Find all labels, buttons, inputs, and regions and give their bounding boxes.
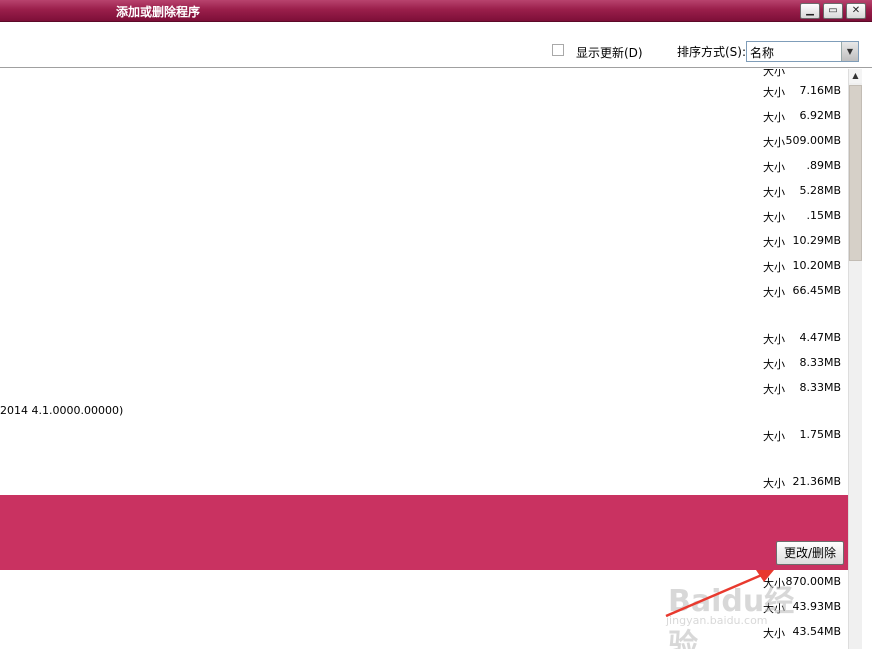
size-label: 大小 <box>763 261 785 274</box>
size-label: 大小 <box>763 136 785 149</box>
list-item[interactable]: 大小 8.33MB <box>0 356 848 376</box>
size-value: 509.00MB <box>785 134 841 147</box>
window-edge <box>862 69 872 649</box>
size-label: 大小 <box>763 186 785 199</box>
vertical-scrollbar[interactable]: ▲ <box>848 69 862 649</box>
size-label: 大小 <box>763 430 785 443</box>
list-item[interactable]: 大小 7.16MB <box>0 84 848 104</box>
size-label: 大小 <box>763 86 785 99</box>
size-value: .15MB <box>806 209 841 222</box>
scroll-up-icon[interactable]: ▲ <box>849 69 862 83</box>
size-value: 10.20MB <box>792 259 841 272</box>
list-item[interactable]: 大小 6.92MB <box>0 109 848 129</box>
program-name: 2014 4.1.0000.00000) <box>0 404 124 417</box>
list-item[interactable]: 大小 <box>0 69 848 83</box>
arrow-icon <box>665 570 774 618</box>
size-value: 8.33MB <box>799 381 841 394</box>
sort-by-value: 名称 <box>750 46 775 60</box>
toolbar: 显示更新(D) 排序方式(S): 名称 ▼ <box>0 22 872 68</box>
list-item[interactable]: 大小 10.29MB <box>0 234 848 254</box>
list-item[interactable]: 大小 10.20MB <box>0 259 848 279</box>
size-label: 大小 <box>763 333 785 346</box>
size-label: 大小 <box>763 111 785 124</box>
size-value: 10.29MB <box>792 234 841 247</box>
close-button[interactable]: ✕ <box>846 3 866 19</box>
size-label: 大小 <box>763 236 785 249</box>
sort-by-select[interactable]: 名称 ▼ <box>746 41 859 62</box>
show-updates-label[interactable]: 显示更新(D) <box>576 44 643 61</box>
list-item[interactable]: 大小 4.47MB <box>0 331 848 351</box>
size-label: 大小 <box>763 358 785 371</box>
size-label: 大小 <box>763 211 785 224</box>
arrow-line <box>665 572 765 618</box>
size-value: 5.28MB <box>799 184 841 197</box>
minimize-button[interactable]: ▁ <box>800 3 820 19</box>
size-value: 7.16MB <box>799 84 841 97</box>
list-item[interactable]: 大小 8.33MB <box>0 381 848 401</box>
list-item[interactable]: 大小 509.00MB <box>0 134 848 154</box>
size-value: 8.33MB <box>799 356 841 369</box>
list-item[interactable]: 2014 4.1.0000.00000) <box>0 404 848 424</box>
size-value: .89MB <box>806 159 841 172</box>
maximize-button[interactable]: ▭ <box>823 3 843 19</box>
list-item[interactable]: 大小 1.75MB <box>0 428 848 448</box>
title-bar: 添加或删除程序 ▁ ▭ ✕ <box>0 0 872 22</box>
size-value: 66.45MB <box>792 284 841 297</box>
size-value: 1.75MB <box>799 428 841 441</box>
show-updates-checkbox[interactable] <box>552 44 564 56</box>
chevron-down-icon[interactable]: ▼ <box>841 42 858 61</box>
size-label: 大小 <box>763 69 785 78</box>
size-label: 大小 <box>763 161 785 174</box>
list-item[interactable]: 大小 .89MB <box>0 159 848 179</box>
size-label: 大小 <box>763 286 785 299</box>
size-label: 大小 <box>763 477 785 490</box>
window-title: 添加或删除程序 <box>116 5 201 19</box>
sort-by-label: 排序方式(S): <box>677 45 747 59</box>
size-value: 4.47MB <box>799 331 841 344</box>
size-value: 6.92MB <box>799 109 841 122</box>
scrollbar-thumb[interactable] <box>849 85 862 261</box>
list-item[interactable]: 大小 66.45MB <box>0 284 848 304</box>
list-item[interactable]: 大小 .15MB <box>0 209 848 229</box>
list-item[interactable]: 大小 5.28MB <box>0 184 848 204</box>
list-item[interactable]: 大小 21.36MB <box>0 475 848 495</box>
size-value: 21.36MB <box>792 475 841 488</box>
size-label: 大小 <box>763 383 785 396</box>
